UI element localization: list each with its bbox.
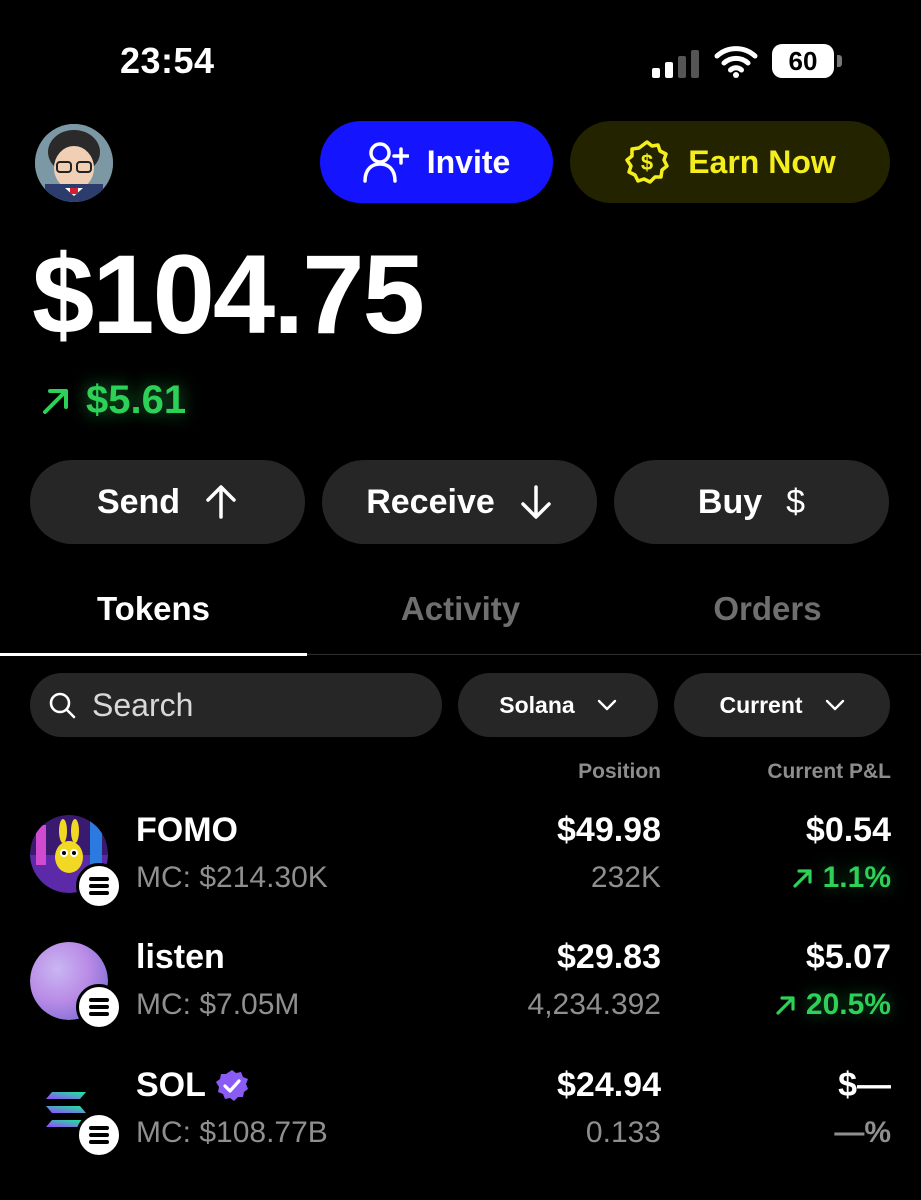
arrow-up-right-icon — [43, 388, 68, 414]
invite-button[interactable]: Invite — [320, 121, 553, 203]
balance-change: $5.61 — [40, 378, 186, 423]
balance-change-value: $5.61 — [86, 378, 187, 422]
solana-icon — [89, 998, 109, 1016]
status-time: 23:54 — [120, 40, 215, 81]
dollar-icon: $ — [786, 482, 806, 521]
svg-text:$: $ — [641, 150, 653, 175]
tab-tokens[interactable]: Tokens — [0, 590, 307, 628]
column-header-pnl: Current P&L — [767, 760, 891, 783]
token-market-cap: MC: $214.30K — [136, 861, 328, 894]
token-quantity: 232K — [590, 861, 661, 894]
token-market-cap: MC: $108.77B — [136, 1116, 328, 1149]
solana-chain-badge — [76, 863, 122, 909]
search-input[interactable] — [90, 685, 414, 725]
token-position-value: $49.98 — [557, 811, 661, 849]
token-name: listen — [136, 938, 225, 976]
token-pnl-percent: —% — [834, 1116, 891, 1149]
sort-select[interactable]: Current — [674, 673, 890, 737]
token-pnl-percent-value: 1.1% — [822, 861, 891, 894]
token-quantity: 4,234.392 — [527, 988, 661, 1021]
cellular-signal-icon — [652, 50, 699, 78]
avatar[interactable] — [35, 124, 113, 202]
token-position-value: $29.83 — [557, 938, 661, 976]
arrow-up-right-icon — [776, 996, 795, 1015]
token-row[interactable]: listen MC: $7.05M $29.83 4,234.392 $5.07… — [0, 932, 921, 1037]
solana-chain-badge — [76, 984, 122, 1030]
wifi-icon — [714, 46, 758, 78]
chevron-down-icon — [825, 699, 844, 711]
token-position-value: $24.94 — [557, 1066, 661, 1104]
token-pnl-value: $5.07 — [805, 938, 891, 976]
token-name: SOL — [136, 1066, 206, 1104]
solana-icon — [89, 877, 109, 895]
token-market-cap: MC: $7.05M — [136, 988, 300, 1021]
network-select-label: Solana — [499, 691, 575, 718]
token-name-wrap: SOL — [136, 1066, 250, 1105]
active-tab-indicator — [0, 653, 307, 656]
earn-now-button[interactable]: $ Earn Now — [570, 121, 890, 203]
add-user-icon — [362, 142, 409, 183]
column-header-position: Position — [578, 760, 661, 783]
solana-chain-badge — [76, 1112, 122, 1158]
tab-activity[interactable]: Activity — [307, 590, 614, 628]
token-quantity: 0.133 — [585, 1116, 661, 1149]
arrow-up-icon — [206, 485, 236, 519]
arrow-down-icon — [521, 485, 551, 519]
send-label: Send — [96, 482, 181, 521]
send-button[interactable]: Send — [30, 460, 305, 544]
arrow-up-right-icon — [793, 869, 812, 888]
battery-level: 60 — [788, 45, 818, 76]
token-pnl-value: $— — [838, 1066, 891, 1104]
verified-badge-icon — [215, 1069, 248, 1101]
total-balance: $104.75 — [32, 232, 425, 357]
search-icon — [49, 692, 76, 719]
receive-button[interactable]: Receive — [322, 460, 597, 544]
network-select[interactable]: Solana — [458, 673, 658, 737]
token-row[interactable]: FOMO MC: $214.30K $49.98 232K $0.54 1.1% — [0, 805, 921, 910]
search-field[interactable] — [30, 673, 442, 737]
tab-orders[interactable]: Orders — [614, 590, 921, 628]
coin-badge-icon: $ — [625, 140, 669, 184]
token-pnl-value: $0.54 — [805, 811, 891, 849]
receive-label: Receive — [366, 482, 495, 521]
token-row[interactable]: SOL MC: $108.77B $24.94 0.133 $— —% — [0, 1060, 921, 1165]
sort-select-label: Current — [719, 691, 803, 718]
solana-icon — [89, 1126, 109, 1144]
token-pnl-percent-value: 20.5% — [805, 988, 891, 1021]
token-name: FOMO — [136, 811, 238, 849]
battery-indicator: 60 — [772, 44, 842, 78]
token-pnl-percent: 20.5% — [774, 988, 891, 1022]
token-pnl-percent: 1.1% — [791, 861, 891, 895]
avatar-image — [35, 124, 113, 202]
chevron-down-icon — [597, 699, 616, 711]
invite-label: Invite — [426, 143, 511, 180]
buy-label: Buy — [697, 482, 763, 521]
buy-button[interactable]: Buy $ — [614, 460, 889, 544]
earn-now-label: Earn Now — [688, 143, 836, 180]
